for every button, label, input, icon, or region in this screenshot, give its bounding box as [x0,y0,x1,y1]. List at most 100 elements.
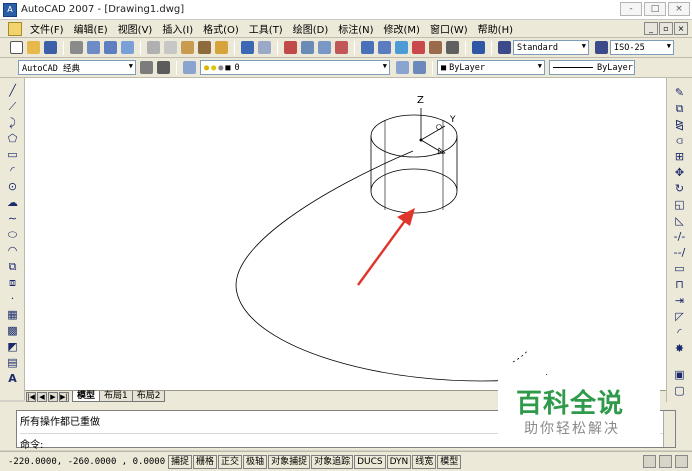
pan-icon[interactable] [284,41,297,54]
move-icon[interactable]: ✥ [672,166,687,179]
doc-close-button[interactable]: × [674,22,688,35]
help-icon[interactable] [472,41,485,54]
block-editor-icon[interactable] [215,41,228,54]
layer-manager-icon[interactable] [183,61,196,74]
paste-icon[interactable] [181,41,194,54]
layout-viewport-icon[interactable]: ▣ [672,368,687,381]
publish-icon[interactable] [104,41,117,54]
workspace-settings-icon[interactable] [140,61,153,74]
communication-center-icon[interactable] [643,455,656,468]
offset-icon[interactable]: ⫏ [672,134,687,147]
ortho-toggle[interactable]: 正交 [218,454,243,469]
otrack-toggle[interactable]: 对象追踪 [311,454,354,469]
tab-first-button[interactable]: |◀ [26,391,36,402]
save-icon[interactable] [44,41,57,54]
close-button[interactable]: × [668,2,690,16]
design-center-icon[interactable] [378,41,391,54]
gradient-icon[interactable]: ▩ [5,324,20,337]
toolbar-lock-icon[interactable] [659,455,672,468]
text-style-icon[interactable] [498,41,511,54]
ellipse-arc-icon[interactable]: ◠ [5,244,20,257]
menu-help[interactable]: 帮助(H) [473,21,518,36]
mirror-icon[interactable]: ⧎ [672,118,687,131]
doc-minimize-button[interactable]: _ [644,22,658,35]
multiline-text-icon[interactable]: A [5,372,20,385]
chamfer-icon[interactable]: ◸ [672,310,687,323]
menu-draw[interactable]: 绘图(D) [288,21,334,36]
trim-icon[interactable]: -/- [672,230,687,243]
menu-tools[interactable]: 工具(T) [244,21,288,36]
extend-icon[interactable]: --/ [672,246,687,259]
dyn-toggle[interactable]: DYN [386,454,412,469]
polar-toggle[interactable]: 极轴 [243,454,268,469]
rectangle-icon[interactable]: ▭ [5,148,20,161]
plot-icon[interactable] [70,41,83,54]
hatch-icon[interactable]: ▦ [5,308,20,321]
clean-screen-icon[interactable] [675,455,688,468]
coordinate-readout[interactable]: -220.0000, -260.0000 , 0.0000 [0,457,168,467]
tab-next-button[interactable]: ▶ [48,391,58,402]
scale-icon[interactable]: ◱ [672,198,687,211]
layer-previous-icon[interactable] [413,61,426,74]
make-current-layer-icon[interactable] [396,61,409,74]
point-icon[interactable]: · [5,292,20,305]
menu-edit[interactable]: 编辑(E) [69,21,113,36]
color-select[interactable]: ■ ByLayer ▼ [437,60,545,75]
arc-icon[interactable]: ◜ [5,164,20,177]
tab-layout1[interactable]: 布局1 [99,391,133,402]
linetype-select[interactable]: ByLayer [549,60,635,75]
sheet-set-icon[interactable] [412,41,425,54]
join-icon[interactable]: ⇥ [672,294,687,307]
rotate-icon[interactable]: ↻ [672,182,687,195]
menu-insert[interactable]: 插入(I) [157,21,198,36]
drawing-area[interactable]: Z Y [25,78,666,390]
open-file-icon[interactable] [27,41,40,54]
markup-icon[interactable] [429,41,442,54]
tab-last-button[interactable]: ▶| [59,391,69,402]
zoom-realtime-icon[interactable] [301,41,314,54]
lineweight-toggle[interactable]: 线宽 [412,454,437,469]
command-scrollbar[interactable] [663,411,675,447]
viewport-clip-icon[interactable]: ▢ [672,384,687,397]
stretch-icon[interactable]: ◺ [672,214,687,227]
properties-icon[interactable] [361,41,374,54]
osnap-toggle[interactable]: 对象捕捉 [268,454,311,469]
array-icon[interactable]: ⊞ [672,150,687,163]
zoom-previous-icon[interactable] [335,41,348,54]
fillet-icon[interactable]: ◜ [672,326,687,339]
redo-icon[interactable] [258,41,271,54]
zoom-window-icon[interactable] [318,41,331,54]
circle-icon[interactable]: ⊙ [5,180,20,193]
plot-preview-icon[interactable] [87,41,100,54]
polygon-icon[interactable]: ⬠ [5,132,20,145]
menu-view[interactable]: 视图(V) [113,21,158,36]
construction-line-icon[interactable]: ⟋ [5,100,20,113]
insert-block-icon[interactable]: ⧉ [5,260,20,273]
tab-model[interactable]: 模型 [72,391,101,402]
model-toggle[interactable]: 模型 [437,454,462,469]
new-file-icon[interactable] [10,41,23,54]
tab-layout2[interactable]: 布局2 [131,391,166,402]
doc-restore-button[interactable]: ▫ [659,22,673,35]
menu-modify[interactable]: 修改(M) [379,21,425,36]
cut-icon[interactable] [147,41,160,54]
tool-palettes-icon[interactable] [395,41,408,54]
layer-select[interactable]: ● ● ● ■ 0 ▼ [200,60,390,75]
undo-icon[interactable] [241,41,254,54]
menu-window[interactable]: 窗口(W) [425,21,473,36]
text-style-select[interactable]: Standard ▼ [513,40,589,55]
line-icon[interactable]: ╱ [5,84,20,97]
copy-object-icon[interactable]: ⧉ [672,102,687,115]
menu-format[interactable]: 格式(O) [198,21,244,36]
tab-prev-button[interactable]: ◀ [37,391,47,402]
erase-icon[interactable]: ✎ [672,86,687,99]
grid-toggle[interactable]: 栅格 [193,454,218,469]
dim-style-select[interactable]: ISO-25 ▼ [610,40,674,55]
break-at-point-icon[interactable]: ▭ [672,262,687,275]
ellipse-icon[interactable]: ⬭ [5,228,20,241]
snap-toggle[interactable]: 捕捉 [168,454,193,469]
workspace-select[interactable]: AutoCAD 经典 ▼ [18,60,136,75]
copy-icon[interactable] [164,41,177,54]
table-icon[interactable]: ▤ [5,356,20,369]
maximize-button[interactable]: □ [644,2,666,16]
